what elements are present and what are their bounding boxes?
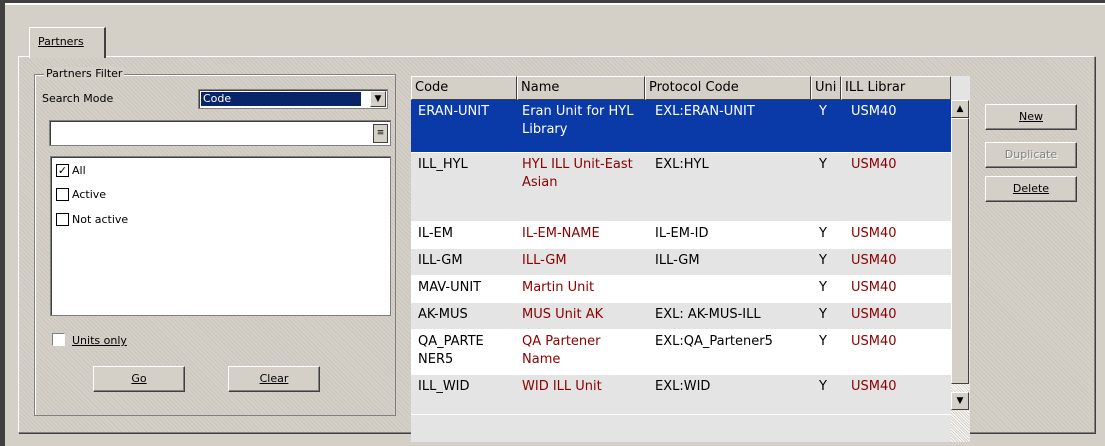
units-only-label: Units only — [72, 334, 127, 347]
cell-protocol-code: EXL: AK-MUS-ILL — [655, 307, 761, 322]
cell-ill-library: USM40 — [851, 379, 897, 394]
cell-ill-library: USM40 — [851, 157, 897, 172]
cell-unit: Y — [819, 104, 827, 119]
search-mode-select[interactable]: Code ▼ — [198, 89, 388, 109]
partners-filter-title: Partners Filter — [44, 67, 125, 80]
new-button-label: New — [1019, 110, 1043, 123]
column-header-protocol-code[interactable]: Protocol Code — [645, 76, 811, 100]
cell-protocol-code: IL-EM-ID — [655, 226, 709, 241]
cell-protocol-code: EXL:WID — [655, 379, 711, 394]
window-border-left — [0, 0, 5, 446]
cell-protocol-code: EXL:HYL — [655, 157, 709, 172]
new-button[interactable]: New — [985, 104, 1077, 130]
cell-name: ILL-GM — [522, 253, 567, 268]
checkbox-not-active-label: Not active — [72, 213, 129, 226]
cell-protocol-code: ILL-GM — [655, 253, 700, 268]
delete-button[interactable]: Delete — [985, 176, 1077, 202]
duplicate-button[interactable]: Duplicate — [985, 142, 1077, 168]
cell-name: HYL ILL Unit-East Asian — [522, 157, 633, 190]
cell-name: QA Partener Name — [522, 334, 601, 367]
checkbox-all-label: All — [72, 164, 86, 177]
table-row[interactable]: IL-EM IL-EM-NAME IL-EM-ID Y USM40 — [411, 222, 951, 249]
table-row[interactable]: ILL_WID WID ILL Unit EXL:WID Y USM40 — [411, 375, 951, 415]
cell-unit: Y — [819, 253, 827, 268]
column-header-name[interactable]: Name — [517, 76, 645, 100]
table-row[interactable]: ILL_HYL HYL ILL Unit-East Asian EXL:HYL Y US… — [411, 153, 951, 222]
cell-code: QA_PARTE NER5 — [418, 334, 484, 367]
cell-code: AK-MUS — [418, 307, 468, 322]
delete-button-label: Delete — [1012, 182, 1050, 195]
cell-unit: Y — [819, 157, 827, 172]
table-row[interactable]: ERAN-UNIT Eran Unit for HYL Library EXL:ER… — [411, 100, 951, 153]
cell-code: IL-EM — [418, 226, 453, 241]
cell-ill-library: USM40 — [851, 334, 897, 349]
list-picker-icon[interactable]: ≡ — [373, 124, 388, 143]
tab-partners[interactable]: Partners — [29, 27, 106, 58]
clear-button[interactable]: Clear — [228, 366, 320, 392]
table-row[interactable]: AK-MUS MUS Unit AK EXL: AK-MUS-ILL Y USM40 — [411, 303, 951, 330]
cell-code: MAV-UNIT — [418, 280, 482, 295]
table-row[interactable]: ILL-GM ILL-GM ILL-GM Y USM40 — [411, 249, 951, 276]
checkbox-active[interactable] — [56, 188, 69, 201]
cell-ill-library: USM40 — [851, 280, 897, 295]
cell-name: Martin Unit — [522, 280, 595, 295]
cell-code: ILL_HYL — [418, 157, 468, 172]
table-row[interactable]: QA_PARTE NER5 QA Partener Name EXL:QA_Part… — [411, 330, 951, 375]
scroll-down-icon[interactable]: ▼ — [951, 392, 969, 410]
cell-code: ERAN-UNIT — [418, 104, 490, 119]
cell-ill-library: USM40 — [851, 104, 897, 119]
status-filter-list[interactable]: ✓ All Active Not active — [50, 156, 391, 316]
cell-unit: Y — [819, 307, 827, 322]
search-mode-label: Search Mode — [42, 92, 114, 105]
duplicate-button-label: Duplicate — [1004, 148, 1058, 161]
table-row[interactable]: MAV-UNIT Martin Unit Y USM40 — [411, 276, 951, 303]
cell-code: ILL-GM — [418, 253, 463, 268]
search-mode-value: Code — [201, 92, 361, 106]
cell-name: IL-EM-NAME — [522, 226, 600, 241]
cell-code: ILL_WID — [418, 379, 470, 394]
table-scrollbar[interactable]: ▲ ▼ — [951, 100, 969, 442]
table-header: Code Name Protocol Code Uni ILL Librar — [411, 76, 951, 100]
go-button[interactable]: Go — [93, 366, 185, 392]
clear-button-label: Clear — [259, 372, 289, 385]
checkbox-all[interactable]: ✓ — [56, 164, 69, 177]
checkbox-not-active[interactable] — [56, 213, 69, 226]
units-only-checkbox[interactable] — [52, 333, 65, 346]
cell-ill-library: USM40 — [851, 253, 897, 268]
partners-table[interactable]: Code Name Protocol Code Uni ILL Librar E… — [411, 76, 970, 442]
checkbox-active-label: Active — [72, 188, 107, 201]
cell-name: WID ILL Unit — [522, 379, 602, 394]
cell-unit: Y — [819, 379, 827, 394]
cell-ill-library: USM40 — [851, 307, 897, 322]
cell-protocol-code: EXL:QA_Partener5 — [655, 334, 773, 349]
tab-partners-label: Partners — [38, 35, 84, 48]
cell-protocol-code: EXL:ERAN-UNIT — [655, 104, 755, 119]
window-highlight — [5, 3, 1105, 5]
chevron-down-icon[interactable]: ▼ — [370, 91, 386, 107]
cell-unit: Y — [819, 334, 827, 349]
search-input[interactable]: ≡ — [49, 120, 391, 146]
go-button-label: Go — [131, 372, 147, 385]
column-header-code[interactable]: Code — [411, 76, 517, 100]
cell-name: Eran Unit for HYL Library — [522, 104, 634, 137]
column-header-unit[interactable]: Uni — [811, 76, 841, 100]
cell-unit: Y — [819, 226, 827, 241]
cell-ill-library: USM40 — [851, 226, 897, 241]
column-header-ill-library[interactable]: ILL Librar — [841, 76, 951, 100]
cell-name: MUS Unit AK — [522, 307, 604, 322]
scrollbar-thumb[interactable] — [951, 118, 969, 384]
scroll-up-icon[interactable]: ▲ — [951, 100, 969, 118]
cell-unit: Y — [819, 280, 827, 295]
